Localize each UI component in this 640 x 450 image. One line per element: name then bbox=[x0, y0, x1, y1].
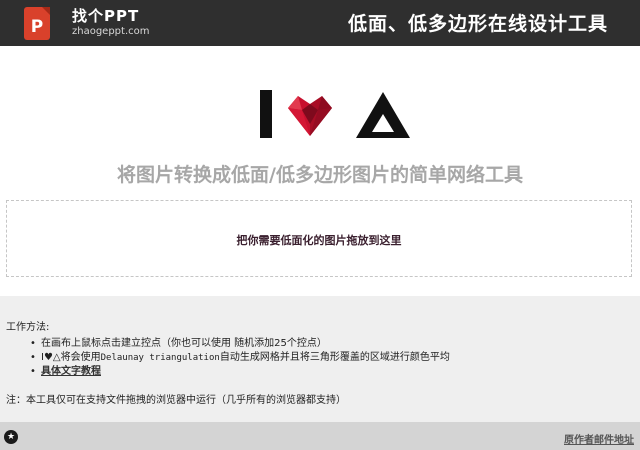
subtitle: 将图片转换成低面/低多边形图片的简单网络工具 bbox=[117, 164, 523, 186]
star-icon[interactable]: ★ bbox=[4, 430, 18, 444]
svg-text:P: P bbox=[31, 17, 43, 37]
top-bar: P 找个PPT zhaogeppt.com 低面、低多边形在线设计工具 bbox=[0, 0, 640, 46]
tutorial-link[interactable]: 具体文字教程 bbox=[41, 366, 101, 377]
step-item: 在画布上鼠标点击建立控点（你也可以使用 随机添加25个控点） bbox=[30, 337, 450, 351]
delaunay-term: Delaunay triangulation bbox=[100, 353, 220, 363]
step-item[interactable]: 具体文字教程 bbox=[30, 365, 450, 379]
triangle-icon bbox=[356, 92, 410, 138]
browser-note: 注：本工具仅可在支持文件拖拽的浏览器中运行（几乎所有的浏览器都支持） bbox=[6, 395, 346, 406]
step-item: I♥△将会使用Delaunay triangulation自动生成网格并且将三角… bbox=[30, 351, 450, 365]
page-title: 低面、低多边形在线设计工具 bbox=[347, 13, 608, 35]
drop-zone-label: 把你需要低面化的图片拖放到这里 bbox=[236, 234, 402, 247]
bottom-bar: ★ 原作者邮件地址 bbox=[0, 422, 640, 450]
low-poly-heart-icon bbox=[288, 96, 332, 136]
logo-domain: zhaogeppt.com bbox=[72, 26, 150, 37]
step-text-suffix: 自动生成网格并且将三角形覆盖的区域进行颜色平均 bbox=[219, 352, 450, 363]
ppt-logo-icon: P bbox=[24, 7, 50, 40]
step-text-prefix: I♥△将会使用 bbox=[41, 352, 101, 363]
image-drop-zone[interactable]: 把你需要低面化的图片拖放到这里 bbox=[6, 200, 632, 277]
steps-list: 在画布上鼠标点击建立控点（你也可以使用 随机添加25个控点） I♥△将会使用De… bbox=[30, 337, 450, 379]
step-text: 在画布上鼠标点击建立控点（你也可以使用 随机添加25个控点） bbox=[41, 338, 327, 349]
hero-letter-i bbox=[260, 90, 272, 138]
method-label: 工作方法: bbox=[6, 322, 50, 333]
author-email-link[interactable]: 原作者邮件地址 bbox=[564, 431, 634, 446]
logo-name: 找个PPT bbox=[72, 7, 140, 25]
hero-logo bbox=[260, 90, 410, 138]
info-panel: 工作方法: 在画布上鼠标点击建立控点（你也可以使用 随机添加25个控点） I♥△… bbox=[0, 296, 640, 422]
